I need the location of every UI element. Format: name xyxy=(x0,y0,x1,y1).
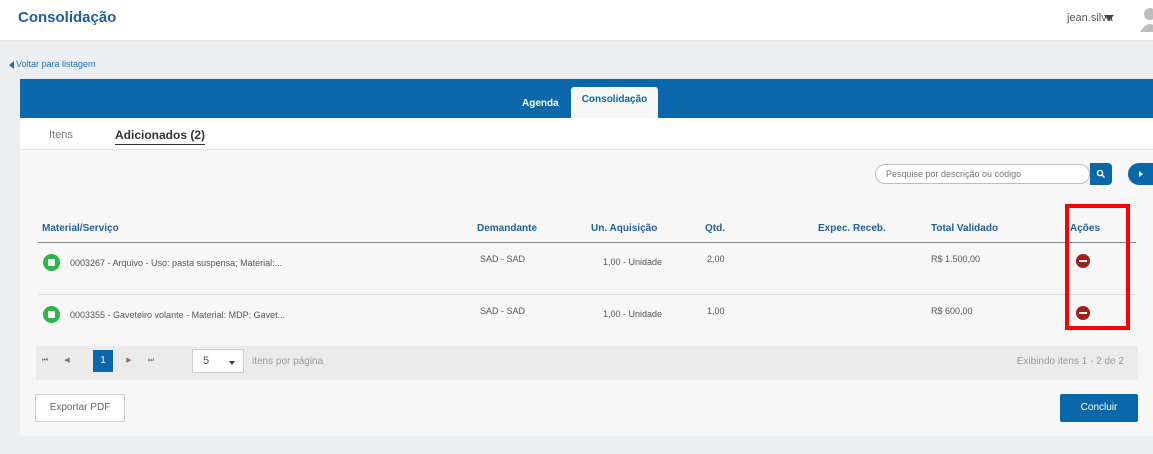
col-qtd[interactable]: Qtd. xyxy=(705,223,725,234)
remove-icon[interactable] xyxy=(1076,306,1090,320)
back-link[interactable]: Voltar para listagem xyxy=(9,59,96,69)
item-total: R$ 1.500,00 xyxy=(931,254,981,264)
table-row: 0003267 - Arquivo - Uso: pasta suspensa;… xyxy=(38,243,1136,295)
item-description: 0003267 - Arquivo - Uso: pasta suspensa;… xyxy=(70,258,283,268)
page-title: Consolidação xyxy=(18,9,117,26)
subtab-itens[interactable]: Itens xyxy=(49,129,73,141)
item-qtd: 1,00 xyxy=(707,306,725,316)
chevron-down-icon[interactable] xyxy=(1104,15,1114,21)
prev-page-button[interactable]: ◀ xyxy=(59,350,75,372)
avatar[interactable] xyxy=(1140,6,1153,32)
per-page-label: itens por página xyxy=(252,356,324,367)
status-icon xyxy=(43,254,60,271)
search-icon xyxy=(1096,169,1105,178)
top-bar: Consolidação jean.silva xyxy=(0,0,1153,40)
col-acoes: Ações xyxy=(1070,223,1101,234)
finish-button[interactable]: Concluir xyxy=(1060,394,1138,422)
item-unidade: 1,00 - Unidade xyxy=(603,309,663,319)
tab-bar: Agenda Consolidação xyxy=(20,79,1153,118)
next-page-button[interactable]: ▶ xyxy=(121,350,137,372)
col-total[interactable]: Total Validado xyxy=(931,223,998,234)
chevron-right-icon xyxy=(1139,171,1143,177)
first-page-button[interactable]: ⏮ xyxy=(37,350,53,372)
side-panel-toggle[interactable] xyxy=(1128,163,1153,185)
page-size-value: 5 xyxy=(203,355,210,367)
subtab-bar: Itens Adicionados (2) xyxy=(20,118,1153,150)
col-demandante[interactable]: Demandante xyxy=(477,223,537,234)
search-button[interactable] xyxy=(1090,163,1112,185)
main-panel: Agenda Consolidação Itens Adicionados (2… xyxy=(20,79,1153,436)
arrow-left-icon xyxy=(9,60,14,69)
status-icon xyxy=(43,306,60,323)
item-demandante: SAD - SAD xyxy=(480,306,526,316)
chevron-down-icon xyxy=(229,361,235,365)
subtab-adicionados[interactable]: Adicionados (2) xyxy=(115,128,206,145)
search-input[interactable] xyxy=(875,164,1090,184)
back-link-label: Voltar para listagem xyxy=(16,59,96,69)
item-qtd: 2,00 xyxy=(707,254,725,264)
col-unidade[interactable]: Un. Aquisição xyxy=(591,223,657,234)
pagination: ⏮ ◀ 1 ▶ ⏭ 5 itens por página Exibindo it… xyxy=(36,346,1138,380)
col-material[interactable]: Material/Serviço xyxy=(42,223,119,234)
item-description: 0003355 - Gaveteiro volante - Material: … xyxy=(70,310,286,320)
item-demandante: SAD - SAD xyxy=(480,254,526,264)
table-row: 0003355 - Gaveteiro volante - Material: … xyxy=(38,295,1136,347)
col-expec[interactable]: Expec. Receb. xyxy=(818,223,886,234)
remove-icon[interactable] xyxy=(1076,254,1090,268)
export-pdf-button[interactable]: Exportar PDF xyxy=(35,394,125,422)
page-1-button[interactable]: 1 xyxy=(93,350,113,372)
item-total: R$ 600,00 xyxy=(931,306,973,316)
tab-agenda[interactable]: Agenda xyxy=(522,98,559,109)
showing-count: Exibindo itens 1 - 2 de 2 xyxy=(1016,356,1124,367)
page-size-select[interactable]: 5 xyxy=(192,349,244,373)
tab-consolidacao[interactable]: Consolidação xyxy=(571,87,658,118)
item-unidade: 1,00 - Unidade xyxy=(603,257,663,267)
last-page-button[interactable]: ⏭ xyxy=(143,350,159,372)
